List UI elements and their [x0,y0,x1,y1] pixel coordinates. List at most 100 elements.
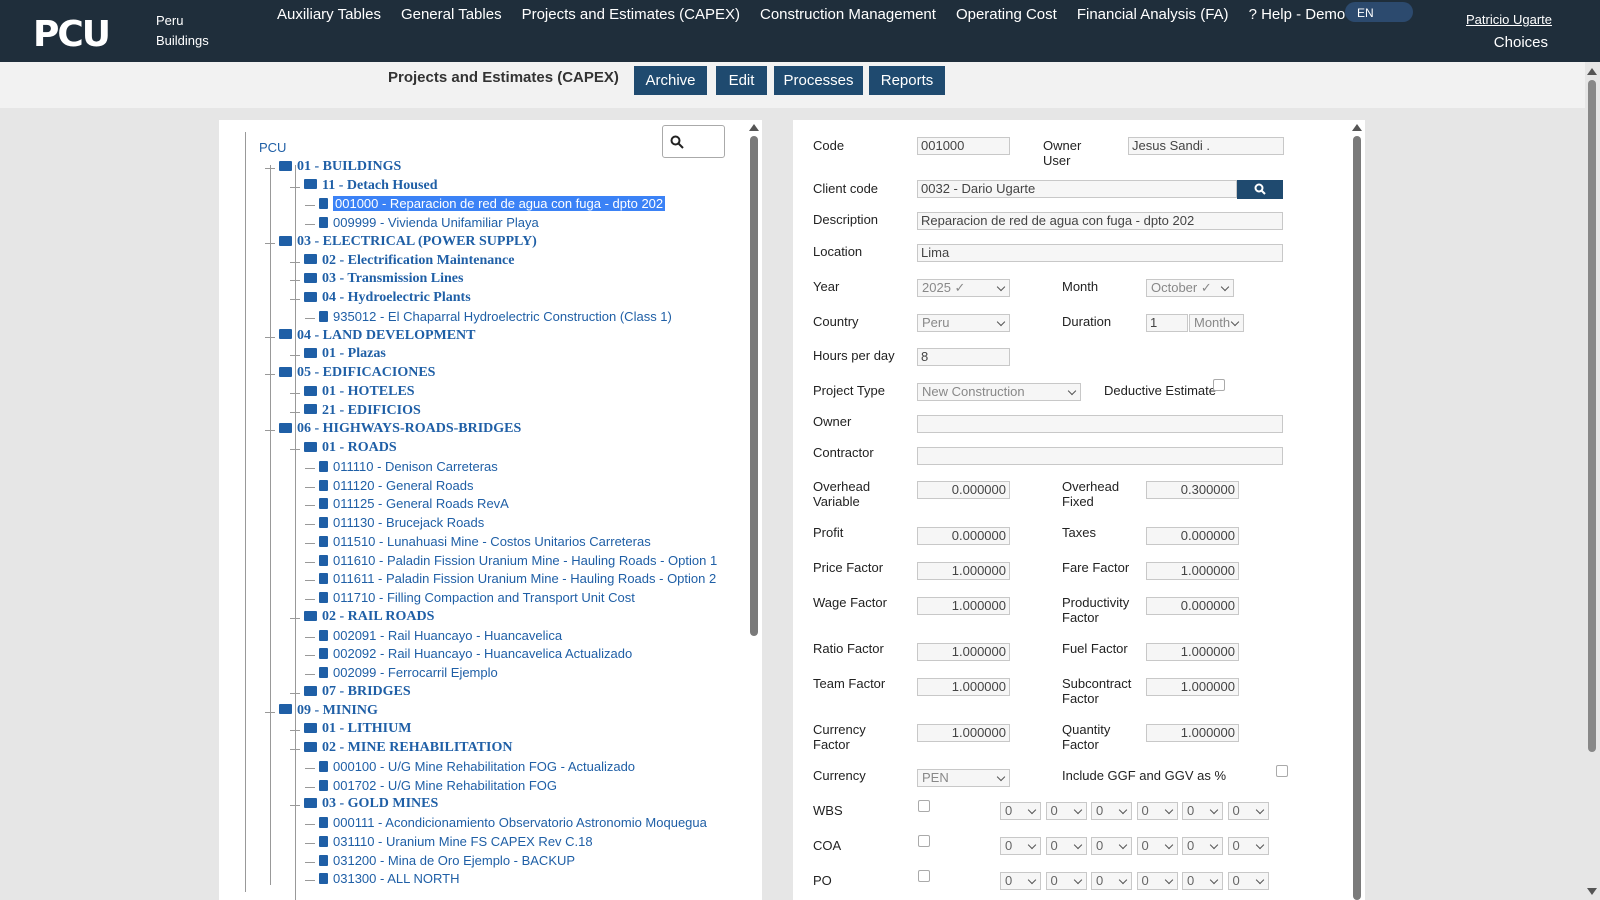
tree-folder-item[interactable]: 01 - LITHIUM [304,720,411,738]
page-scroll-up[interactable] [1587,68,1597,75]
tree-project-item[interactable]: 011120 - General Roads [319,477,473,495]
tree-project-item[interactable]: 001000 - Reparacion de red de agua con f… [319,195,666,213]
country-select[interactable]: Peru [917,314,1010,332]
subcontract-factor-field[interactable]: 1.000000 [1146,678,1239,696]
wbs-segment-select[interactable]: 0 [1000,802,1041,820]
tree-folder-item[interactable]: 02 - Electrification Maintenance [304,252,514,270]
fuel-factor-field[interactable]: 1.000000 [1146,643,1239,661]
currency-select[interactable]: PEN [917,769,1010,787]
tree-folder-item[interactable]: 05 - EDIFICACIONES [279,364,435,382]
owner-user-field[interactable]: Jesus Sandi . [1128,137,1284,155]
description-field[interactable]: Reparacion de red de agua con fuga - dpt… [917,212,1283,230]
coa-segment-select[interactable]: 0 [1182,837,1223,855]
tree-folder-item[interactable]: 03 - ELECTRICAL (POWER SUPPLY) [279,233,537,251]
tree-folder-item[interactable]: 04 - LAND DEVELOPMENT [279,327,476,345]
po-segment-select[interactable]: 0 [1091,872,1132,890]
coa-segment-select[interactable]: 0 [1136,837,1178,855]
coa-segment-select[interactable]: 0 [1091,837,1132,855]
quantity-factor-field[interactable]: 1.000000 [1146,724,1239,742]
tree-folder-item[interactable]: 04 - Hydroelectric Plants [304,289,471,307]
coa-segment-select[interactable]: 0 [1045,837,1087,855]
tree-folder-item[interactable]: 06 - HIGHWAYS-ROADS-BRIDGES [279,420,521,438]
duration-unit-select[interactable]: Month [1189,314,1244,332]
project-type-select[interactable]: New Construction [917,383,1081,401]
archive-button[interactable]: Archive [634,66,707,95]
reports-button[interactable]: Reports [869,66,945,95]
year-select[interactable]: 2025 ✓ [917,279,1010,297]
wage-factor-field[interactable]: 1.000000 [917,597,1010,615]
choices-menu[interactable]: Choices [1494,34,1548,51]
menu-financial-analysis[interactable]: Financial Analysis (FA) [1067,6,1239,23]
menu-projects-estimates[interactable]: Projects and Estimates (CAPEX) [512,6,750,23]
tree-folder-item[interactable]: 03 - Transmission Lines [304,270,463,288]
tree-folder-item[interactable]: 01 - ROADS [304,439,397,457]
menu-general-tables[interactable]: General Tables [391,6,512,23]
form-scroll-up[interactable] [1352,124,1362,131]
tree-folder-item[interactable]: 01 - HOTELES [304,383,415,401]
wbs-segment-select[interactable]: 0 [1182,802,1223,820]
deductive-checkbox[interactable] [1213,379,1225,391]
productivity-factor-field[interactable]: 0.000000 [1146,597,1239,615]
contractor-field[interactable] [917,447,1283,465]
currency-factor-field[interactable]: 1.000000 [917,724,1010,742]
price-factor-field[interactable]: 1.000000 [917,562,1010,580]
page-scroll-down[interactable] [1587,888,1597,895]
tree-folder-item[interactable]: 11 - Detach Housed [304,177,438,195]
edit-button[interactable]: Edit [716,66,767,95]
menu-auxiliary-tables[interactable]: Auxiliary Tables [267,6,391,23]
tree-project-item[interactable]: 011710 - Filling Compaction and Transpor… [319,589,635,607]
tree-project-item[interactable]: 011510 - Lunahuasi Mine - Costos Unitari… [319,533,651,551]
code-field[interactable]: 001000 [917,137,1010,155]
tree-project-item[interactable]: 001702 - U/G Mine Rehabilitation FOG [319,777,557,795]
tree-project-item[interactable]: 011610 - Paladin Fission Uranium Mine - … [319,552,717,570]
wbs-segment-select[interactable]: 0 [1045,802,1087,820]
menu-help-demo[interactable]: ? Help - Demo [1239,6,1356,23]
tree-project-item[interactable]: 011611 - Paladin Fission Uranium Mine - … [319,570,716,588]
overhead-variable-field[interactable]: 0.000000 [917,481,1010,499]
po-segment-select[interactable]: 0 [1182,872,1223,890]
wbs-segment-select[interactable]: 0 [1136,802,1178,820]
tree-project-item[interactable]: 031200 - Mina de Oro Ejemplo - BACKUP [319,852,575,870]
po-segment-select[interactable]: 0 [1045,872,1087,890]
tree-folder-item[interactable]: 01 - BUILDINGS [279,158,401,176]
coa-segment-select[interactable]: 0 [1000,837,1041,855]
tree-project-item[interactable]: 000111 - Acondicionamiento Observatorio … [319,814,707,832]
tree-scrollbar[interactable] [750,136,758,636]
ratio-factor-field[interactable]: 1.000000 [917,643,1010,661]
menu-construction-management[interactable]: Construction Management [750,6,946,23]
wbs-segment-select[interactable]: 0 [1227,802,1269,820]
duration-field[interactable]: 1 [1146,314,1188,332]
tree-folder-item[interactable]: 21 - EDIFICIOS [304,402,421,420]
team-factor-field[interactable]: 1.000000 [917,678,1010,696]
processes-button[interactable]: Processes [774,66,863,95]
po-segment-select[interactable]: 0 [1000,872,1041,890]
po-segment-select[interactable]: 0 [1136,872,1178,890]
tree-project-item[interactable]: 002099 - Ferrocarril Ejemplo [319,664,498,682]
tree-folder-item[interactable]: 02 - RAIL ROADS [304,608,434,626]
wbs-segment-select[interactable]: 0 [1091,802,1132,820]
user-link[interactable]: Patricio Ugarte [1466,12,1552,27]
tree-project-item[interactable]: 002092 - Rail Huancayo - Huancavelica Ac… [319,645,632,663]
tree-project-item[interactable]: 000100 - U/G Mine Rehabilitation FOG - A… [319,758,635,776]
owner-field[interactable] [917,415,1283,433]
po-segment-select[interactable]: 0 [1227,872,1269,890]
tree-project-item[interactable]: 031110 - Uranium Mine FS CAPEX Rev C.18 [319,833,593,851]
include-ggf-checkbox[interactable] [1276,765,1288,777]
coa-checkbox[interactable] [918,835,930,847]
wbs-checkbox[interactable] [918,800,930,812]
profit-field[interactable]: 0.000000 [917,527,1010,545]
month-select[interactable]: October ✓ [1146,279,1234,297]
tree-project-item[interactable]: 002091 - Rail Huancayo - Huancavelica [319,627,562,645]
form-scrollbar[interactable] [1353,136,1361,900]
menu-operating-cost[interactable]: Operating Cost [946,6,1067,23]
client-code-field[interactable]: 0032 - Dario Ugarte [917,180,1237,198]
tree-project-item[interactable]: 011130 - Brucejack Roads [319,514,484,532]
tree-project-item[interactable]: 011110 - Denison Carreteras [319,458,498,476]
coa-segment-select[interactable]: 0 [1227,837,1269,855]
client-search-button[interactable] [1237,180,1283,199]
page-scrollbar[interactable] [1588,80,1596,752]
language-selector[interactable]: EN [1345,2,1413,22]
tree-search-button[interactable] [662,125,725,158]
tree-folder-item[interactable]: 09 - MINING [279,702,378,720]
tree-project-item[interactable]: 011125 - General Roads RevA [319,495,509,513]
